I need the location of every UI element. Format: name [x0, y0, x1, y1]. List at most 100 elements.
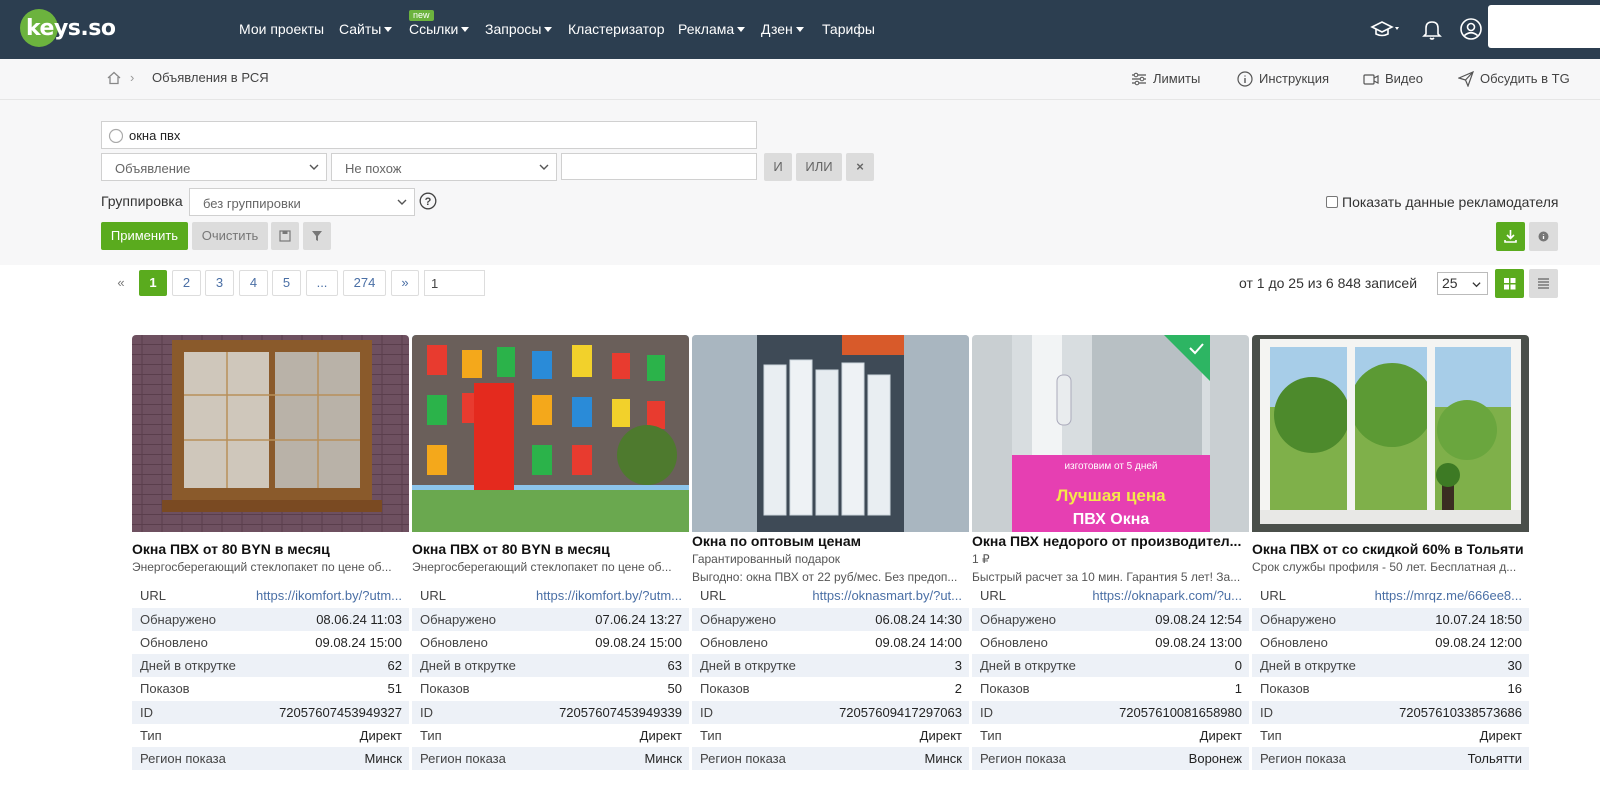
chevron-right-icon: › [130, 70, 135, 85]
ad-image [132, 335, 409, 532]
user-icon[interactable] [1459, 17, 1483, 41]
nav-queries[interactable]: Запросы [485, 19, 553, 39]
nav-dzen[interactable]: Дзен [761, 19, 804, 39]
row-found: Обнаружено 09.08.24 12:54 [972, 608, 1249, 631]
pagination-next[interactable]: » [391, 270, 419, 296]
list-icon [1538, 278, 1549, 289]
ad-url-link[interactable]: https://oknapark.com/?u... [1092, 584, 1242, 607]
ad-url-link[interactable]: https://mrqz.me/666ee8... [1375, 584, 1522, 607]
nav-clusterizer[interactable]: Кластеризатор [568, 19, 664, 39]
row-region: Регион показа Минск [692, 747, 969, 770]
row-url: URL https://ikomfort.by/?utm... [412, 584, 689, 607]
top-navbar: keys.so Мои проекты Сайты new Ссылки Зап… [0, 0, 1600, 59]
page-button-active[interactable]: 1 [139, 270, 167, 296]
records-count: от 1 до 25 из 6 848 записей [1239, 275, 1418, 291]
nav-ads[interactable]: Реклама [678, 19, 746, 39]
pagination-prev[interactable]: « [108, 270, 134, 296]
row-updated: Обновлено 09.08.24 14:00 [700, 635, 962, 650]
row-region: Регион показа Минск [412, 747, 689, 770]
help-icon[interactable]: ? [419, 192, 437, 210]
ad-url-link[interactable]: https://oknasmart.by/?ut... [812, 584, 962, 607]
show-advertiser-checkbox[interactable]: Показать данные рекламодателя [1326, 194, 1558, 210]
page-button[interactable]: 2 [172, 270, 201, 296]
clear-button[interactable]: Очистить [192, 222, 268, 250]
filter-button[interactable] [303, 222, 331, 250]
page-title: Объявления в РСЯ [152, 70, 269, 85]
ad-image: изготовим от 5 дней Лучшая цена ПВХ Окна [972, 335, 1249, 532]
page-number-input[interactable]: 1 [424, 270, 485, 296]
ad-title[interactable]: Окна ПВХ от 80 BYN в месяц [132, 541, 409, 557]
row-updated: Обновлено 09.08.24 15:00 [140, 635, 402, 650]
grid-view-button[interactable] [1495, 269, 1524, 298]
row-days: Дней в открутке 62 [132, 654, 409, 677]
row-shows: Показов 51 [140, 681, 402, 696]
video-icon [1363, 74, 1379, 85]
ad-title[interactable]: Окна ПВХ от со скидкой 60% в Тольяти [1252, 541, 1529, 557]
row-type: Тип Директ [980, 728, 1242, 743]
row-url: URL https://oknapark.com/?u... [972, 584, 1249, 607]
caret-down-icon [795, 26, 804, 32]
list-view-button[interactable] [1529, 269, 1558, 298]
nav-my-projects[interactable]: Мои проекты [239, 19, 324, 39]
page-button-last[interactable]: 274 [343, 270, 386, 296]
account-box[interactable] [1488, 5, 1600, 48]
per-page-select[interactable]: 25 [1437, 272, 1488, 295]
ad-card[interactable]: Окна ПВХ от 80 BYN в месяц Энергосберега… [132, 335, 409, 789]
row-found: Обнаружено 08.06.24 11:03 [132, 608, 409, 631]
page-button[interactable]: 5 [272, 270, 301, 296]
home-icon[interactable] [107, 71, 121, 85]
and-button[interactable]: И [764, 153, 792, 181]
ad-description: Срок службы профиля - 50 лет. Бесплатная… [1252, 560, 1517, 574]
remove-condition-button[interactable]: × [846, 153, 874, 181]
nav-sites[interactable]: Сайты [339, 19, 393, 39]
ad-card[interactable]: Окна по оптовым ценам Гарантированный по… [692, 335, 969, 789]
row-updated: Обновлено 09.08.24 13:00 [980, 635, 1242, 650]
row-region: Регион показа Воронеж [972, 747, 1249, 770]
page-button[interactable]: 3 [205, 270, 234, 296]
video-link[interactable]: Видео [1363, 70, 1423, 88]
ad-title[interactable]: Окна ПВХ недорого от производител... [972, 533, 1249, 549]
caret-down-icon [737, 26, 746, 32]
condition-select[interactable]: Не похож [331, 153, 557, 181]
grouping-select[interactable]: без группировки [189, 188, 415, 216]
row-days: Дней в открутке 63 [412, 654, 689, 677]
keys-so-logo[interactable]: keys.so [20, 9, 116, 47]
breadcrumb: › Объявления в РСЯ Лимиты Инструкция Вид… [0, 59, 1600, 100]
nav-tariffs[interactable]: Тарифы [822, 19, 875, 39]
save-button[interactable] [271, 222, 299, 250]
page-button[interactable]: 4 [239, 270, 268, 296]
grid-icon [1504, 278, 1516, 290]
caret-down-icon [461, 26, 470, 32]
discuss-tg-link[interactable]: Обсудить в TG [1458, 70, 1570, 88]
checkbox[interactable] [1326, 196, 1338, 208]
search-value: окна пвх [129, 128, 181, 143]
download-button[interactable] [1496, 222, 1525, 251]
ad-subtitle: 1 ₽ [972, 552, 990, 566]
nav-links[interactable]: Ссылки [409, 19, 470, 39]
info-button[interactable] [1529, 222, 1558, 251]
row-id: ID 72057609417297063 [692, 701, 969, 724]
apply-button[interactable]: Применить [101, 222, 188, 250]
search-input[interactable]: окна пвх [101, 121, 757, 149]
ad-url-link[interactable]: https://ikomfort.by/?utm... [256, 584, 402, 607]
ad-title[interactable]: Окна по оптовым ценам [692, 533, 969, 549]
ad-title[interactable]: Окна ПВХ от 80 BYN в месяц [412, 541, 689, 557]
field-select[interactable]: Объявление [101, 153, 327, 181]
ad-subtitle: Гарантированный подарок [692, 552, 841, 566]
limits-link[interactable]: Лимиты [1132, 70, 1200, 88]
graduation-cap-icon[interactable] [1370, 17, 1404, 41]
or-button[interactable]: ИЛИ [796, 153, 842, 181]
ad-card[interactable]: изготовим от 5 дней Лучшая цена ПВХ Окна… [972, 335, 1249, 789]
condition-value-input[interactable] [561, 153, 757, 180]
ad-card[interactable]: Окна ПВХ от 80 BYN в месяц Энергосберега… [412, 335, 689, 789]
ad-url-link[interactable]: https://ikomfort.by/?utm... [536, 584, 682, 607]
ad-description: Энергосберегающий стеклопакет по цене об… [132, 560, 392, 574]
banner-mid-text: Лучшая цена [1056, 486, 1166, 505]
instruction-link[interactable]: Инструкция [1237, 70, 1329, 88]
row-shows: Показов 1 [980, 681, 1242, 696]
ad-description: Энергосберегающий стеклопакет по цене об… [412, 560, 672, 574]
ad-card[interactable]: Окна ПВХ от со скидкой 60% в Тольяти Сро… [1252, 335, 1529, 789]
bell-icon[interactable] [1420, 17, 1444, 41]
row-days: Дней в открутке 3 [692, 654, 969, 677]
svg-text:?: ? [425, 196, 432, 208]
